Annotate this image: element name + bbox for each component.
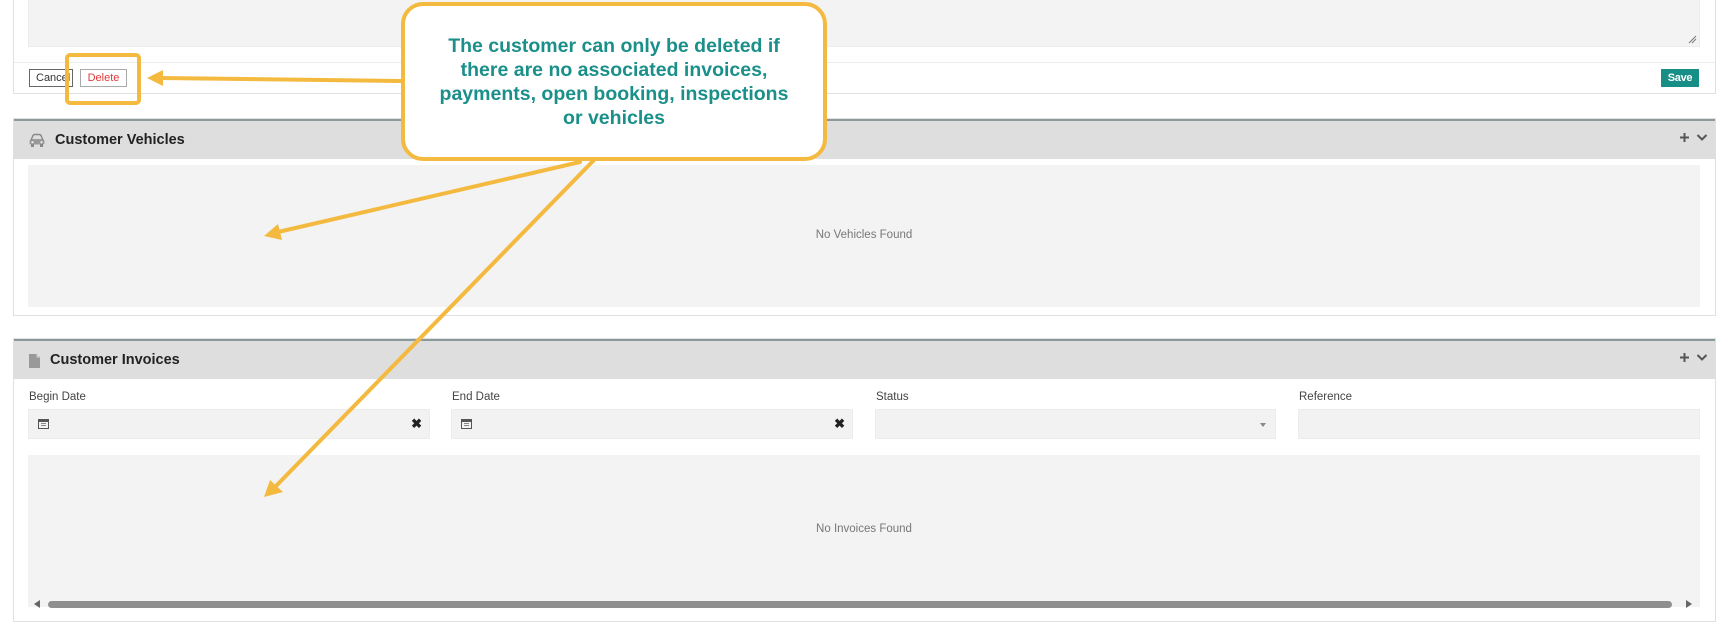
scrollbar-thumb[interactable] <box>48 601 1672 608</box>
reference-label: Reference <box>1299 391 1353 403</box>
annotation-callout: The customer can only be deleted if ther… <box>401 2 827 161</box>
vehicles-list: No Vehicles Found <box>28 165 1700 307</box>
document-icon <box>29 354 40 368</box>
chevron-down-icon[interactable] <box>1696 353 1708 362</box>
chevron-down-icon[interactable] <box>1696 133 1708 142</box>
customer-vehicles-section: Customer Vehicles No Vehicles Found <box>13 118 1716 316</box>
end-date-label: End Date <box>452 391 500 403</box>
vehicles-empty-message: No Vehicles Found <box>815 229 913 241</box>
clear-icon[interactable]: ✖ <box>411 417 422 431</box>
customer-form-panel: Cancel Delete Save <box>13 0 1716 94</box>
begin-date-label: Begin Date <box>29 391 86 403</box>
calendar-icon[interactable] <box>461 418 472 429</box>
page: Cancel Delete Save Customer Vehicles No … <box>0 0 1726 626</box>
form-divider <box>14 62 1715 63</box>
callout-text: The customer can only be deleted if ther… <box>439 34 789 129</box>
notes-textarea[interactable] <box>28 0 1700 47</box>
add-icon[interactable] <box>1679 132 1690 143</box>
save-button[interactable]: Save <box>1661 69 1699 87</box>
car-icon <box>29 133 45 147</box>
invoices-list: No Invoices Found <box>28 455 1700 607</box>
delete-highlight-box <box>65 53 141 105</box>
clear-icon[interactable]: ✖ <box>834 417 845 431</box>
status-select[interactable] <box>875 409 1276 439</box>
invoices-section-header[interactable]: Customer Invoices <box>14 339 1715 379</box>
scroll-right-icon[interactable] <box>1686 600 1692 608</box>
vehicles-section-header[interactable]: Customer Vehicles <box>14 119 1715 159</box>
end-date-field[interactable]: ✖ <box>451 409 853 439</box>
add-icon[interactable] <box>1679 352 1690 363</box>
begin-date-field[interactable]: ✖ <box>28 409 430 439</box>
status-label: Status <box>876 391 909 403</box>
scroll-left-icon[interactable] <box>34 600 40 608</box>
horizontal-scrollbar[interactable] <box>28 596 1700 612</box>
customer-invoices-section: Customer Invoices Begin Date ✖ End Date … <box>13 338 1716 622</box>
calendar-icon[interactable] <box>38 418 49 429</box>
dropdown-caret-icon[interactable] <box>1260 423 1266 427</box>
resize-grip-icon[interactable] <box>1688 35 1697 44</box>
vehicles-section-title: Customer Vehicles <box>55 132 185 148</box>
invoices-empty-message: No Invoices Found <box>816 523 912 535</box>
invoices-section-title: Customer Invoices <box>50 352 180 368</box>
reference-input[interactable] <box>1298 409 1700 439</box>
